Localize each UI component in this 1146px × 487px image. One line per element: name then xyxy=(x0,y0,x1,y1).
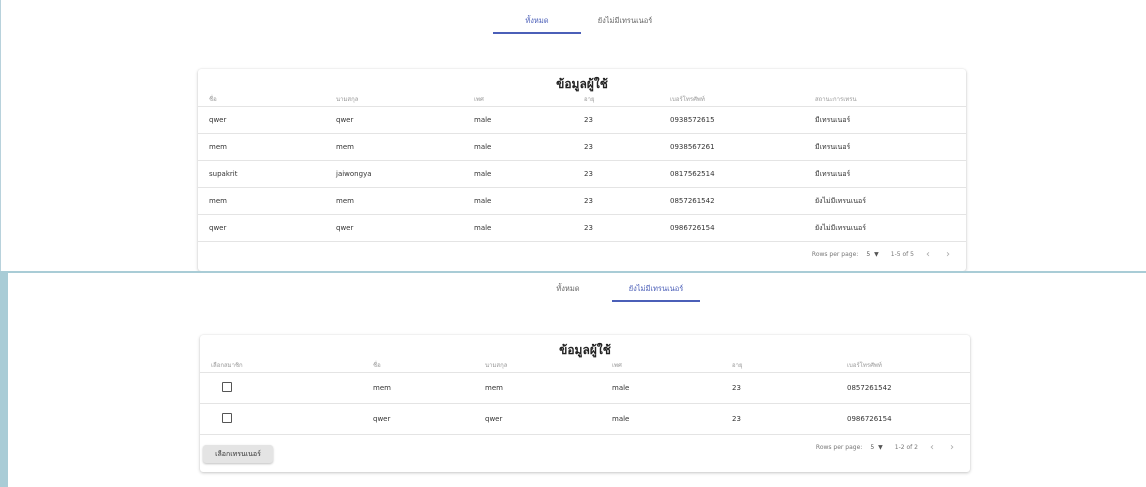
table-cell: มีเทรนเนอร์ xyxy=(815,169,851,178)
rows-per-page-label: Rows per page: xyxy=(811,250,859,258)
table-cell: male xyxy=(474,116,492,124)
user-select-card: ข้อมูลผู้ใช้ เลือกสมาชิก ชื่อ นามสกุล เพศ อา… xyxy=(200,335,970,472)
table-cell: male xyxy=(612,415,630,423)
user-table-card: ข้อมูลผู้ใช้ ชื่อ นามสกุล เพศ อายุ เบอร์โทรศ… xyxy=(198,69,966,271)
no-trainer-screen: ทั้งหมด ยังไม่มีเทรนเนอร์ ข้อมูลผู้ใช้ เ… xyxy=(0,271,1146,487)
rows-per-page-select[interactable]: 5 ▼ xyxy=(866,251,878,258)
caret-down-icon: ▼ xyxy=(874,250,879,258)
column-header: เลือกสมาชิก xyxy=(211,361,243,369)
select-trainer-button[interactable]: เลือกเทรนเนอร์ xyxy=(203,445,273,463)
table-cell: mem xyxy=(209,197,227,205)
table-cell: มีเทรนเนอร์ xyxy=(815,142,851,151)
table-pagination: Rows per page: 5 ▼ 1-2 of 2 ‹ › xyxy=(200,435,970,459)
table-cell: qwer xyxy=(373,415,391,423)
table-cell: 23 xyxy=(584,170,593,178)
table-cell: male xyxy=(474,197,492,205)
column-header: เบอร์โทรศัพท์ xyxy=(670,95,705,103)
tab-bar: ทั้งหมด ยังไม่มีเทรนเนอร์ xyxy=(493,8,669,34)
select-cell xyxy=(200,382,362,394)
table-cell: male xyxy=(474,170,492,178)
table-row[interactable]: qwer qwer male 23 0986726154 ยังไม่มีเทรนเนอร… xyxy=(198,215,966,242)
table-cell: 0986726154 xyxy=(670,224,715,232)
column-header: เพศ xyxy=(474,95,484,103)
table-cell: qwer xyxy=(336,116,354,124)
table-cell: male xyxy=(474,224,492,232)
column-header: อายุ xyxy=(732,361,743,369)
page-range: 1-5 of 5 xyxy=(890,250,914,258)
table-cell: mem xyxy=(209,143,227,151)
table-row[interactable]: mem mem male 23 0857261542 ยังไม่มีเทรนเนอร์ xyxy=(198,188,966,215)
table-cell: 23 xyxy=(732,415,741,423)
table-row[interactable]: qwer qwer male 23 0986726154 xyxy=(200,404,970,435)
member-checkbox[interactable] xyxy=(222,382,232,392)
table-cell: mem xyxy=(336,143,354,151)
table-cell: 0857261542 xyxy=(670,197,715,205)
tab-all[interactable]: ทั้งหมด xyxy=(493,8,581,34)
column-header: อายุ xyxy=(584,95,595,103)
member-checkbox[interactable] xyxy=(222,413,232,423)
table-row[interactable]: qwer qwer male 23 0938572615 มีเทรนเนอร์ xyxy=(198,107,966,134)
table-row[interactable]: mem mem male 23 0857261542 xyxy=(200,373,970,404)
table-cell: 0857261542 xyxy=(847,384,892,392)
table-cell: mem xyxy=(336,197,354,205)
column-header: ชื่อ xyxy=(209,95,217,103)
table-cell: 23 xyxy=(584,116,593,124)
card-title: ข้อมูลผู้ใช้ xyxy=(559,343,611,357)
table-cell: 0986726154 xyxy=(847,415,892,423)
chevron-right-icon[interactable]: › xyxy=(942,249,954,260)
table-body: mem mem male 23 0857261542 qwer qwer male 23 0986… xyxy=(200,373,970,435)
table-cell: 23 xyxy=(584,224,593,232)
chevron-left-icon[interactable]: ‹ xyxy=(926,442,938,453)
table-cell: 0817562514 xyxy=(670,170,715,178)
tab-bar: ทั้งหมด ยังไม่มีเทรนเนอร์ xyxy=(524,276,700,302)
tab-no-trainer[interactable]: ยังไม่มีเทรนเนอร์ xyxy=(612,276,700,302)
table-cell: 0938572615 xyxy=(670,116,715,124)
table-cell: มีเทรนเนอร์ xyxy=(815,115,851,124)
table-cell: ยังไม่มีเทรนเนอร์ xyxy=(815,223,866,232)
table-row[interactable]: supakrit jaiwongya male 23 0817562514 มีเทรนเ… xyxy=(198,161,966,188)
table-cell: mem xyxy=(373,384,391,392)
chevron-left-icon[interactable]: ‹ xyxy=(922,249,934,260)
rows-per-page-label: Rows per page: xyxy=(815,443,863,451)
rows-per-page-select[interactable]: 5 ▼ xyxy=(870,444,882,451)
table-cell: qwer xyxy=(209,116,227,124)
table-row[interactable]: mem mem male 23 0938567261 มีเทรนเนอร์ xyxy=(198,134,966,161)
column-header: สถานะการเทรน xyxy=(815,95,857,103)
rows-per-page-value: 5 xyxy=(866,250,871,258)
column-header: นามสกุล xyxy=(485,361,508,369)
column-header: เบอร์โทรศัพท์ xyxy=(847,361,882,369)
table-cell: 23 xyxy=(584,197,593,205)
table-cell: ยังไม่มีเทรนเนอร์ xyxy=(815,196,866,205)
table-header: ชื่อ นามสกุล เพศ อายุ เบอร์โทรศัพท์ สถานะการเ… xyxy=(198,91,966,107)
column-header: นามสกุล xyxy=(336,95,359,103)
select-cell xyxy=(200,413,362,425)
table-cell: qwer xyxy=(336,224,354,232)
table-cell: 23 xyxy=(584,143,593,151)
table-cell: 23 xyxy=(732,384,741,392)
table-pagination: Rows per page: 5 ▼ 1-5 of 5 ‹ › xyxy=(198,242,966,266)
all-users-screen: ทั้งหมด ยังไม่มีเทรนเนอร์ ข้อมูลผู้ใช้ ช… xyxy=(0,0,1146,271)
table-cell: 0938567261 xyxy=(670,143,715,151)
column-header: ชื่อ xyxy=(373,361,381,369)
column-header: เพศ xyxy=(612,361,622,369)
tab-no-trainer[interactable]: ยังไม่มีเทรนเนอร์ xyxy=(581,8,669,34)
card-title: ข้อมูลผู้ใช้ xyxy=(556,77,608,91)
table-cell: qwer xyxy=(485,415,503,423)
table-cell: qwer xyxy=(209,224,227,232)
table-cell: male xyxy=(474,143,492,151)
page-range: 1-2 of 2 xyxy=(894,443,918,451)
caret-down-icon: ▼ xyxy=(878,443,883,451)
table-body: qwer qwer male 23 0938572615 มีเทรนเนอร์ mem me… xyxy=(198,107,966,242)
table-cell: mem xyxy=(485,384,503,392)
table-header: เลือกสมาชิก ชื่อ นามสกุล เพศ อายุ เบอร์โทรศัพ… xyxy=(200,357,970,373)
table-cell: male xyxy=(612,384,630,392)
table-cell: jaiwongya xyxy=(336,170,372,178)
table-cell: supakrit xyxy=(209,170,238,178)
chevron-right-icon[interactable]: › xyxy=(946,442,958,453)
rows-per-page-value: 5 xyxy=(870,443,875,451)
tab-all[interactable]: ทั้งหมด xyxy=(524,276,612,302)
